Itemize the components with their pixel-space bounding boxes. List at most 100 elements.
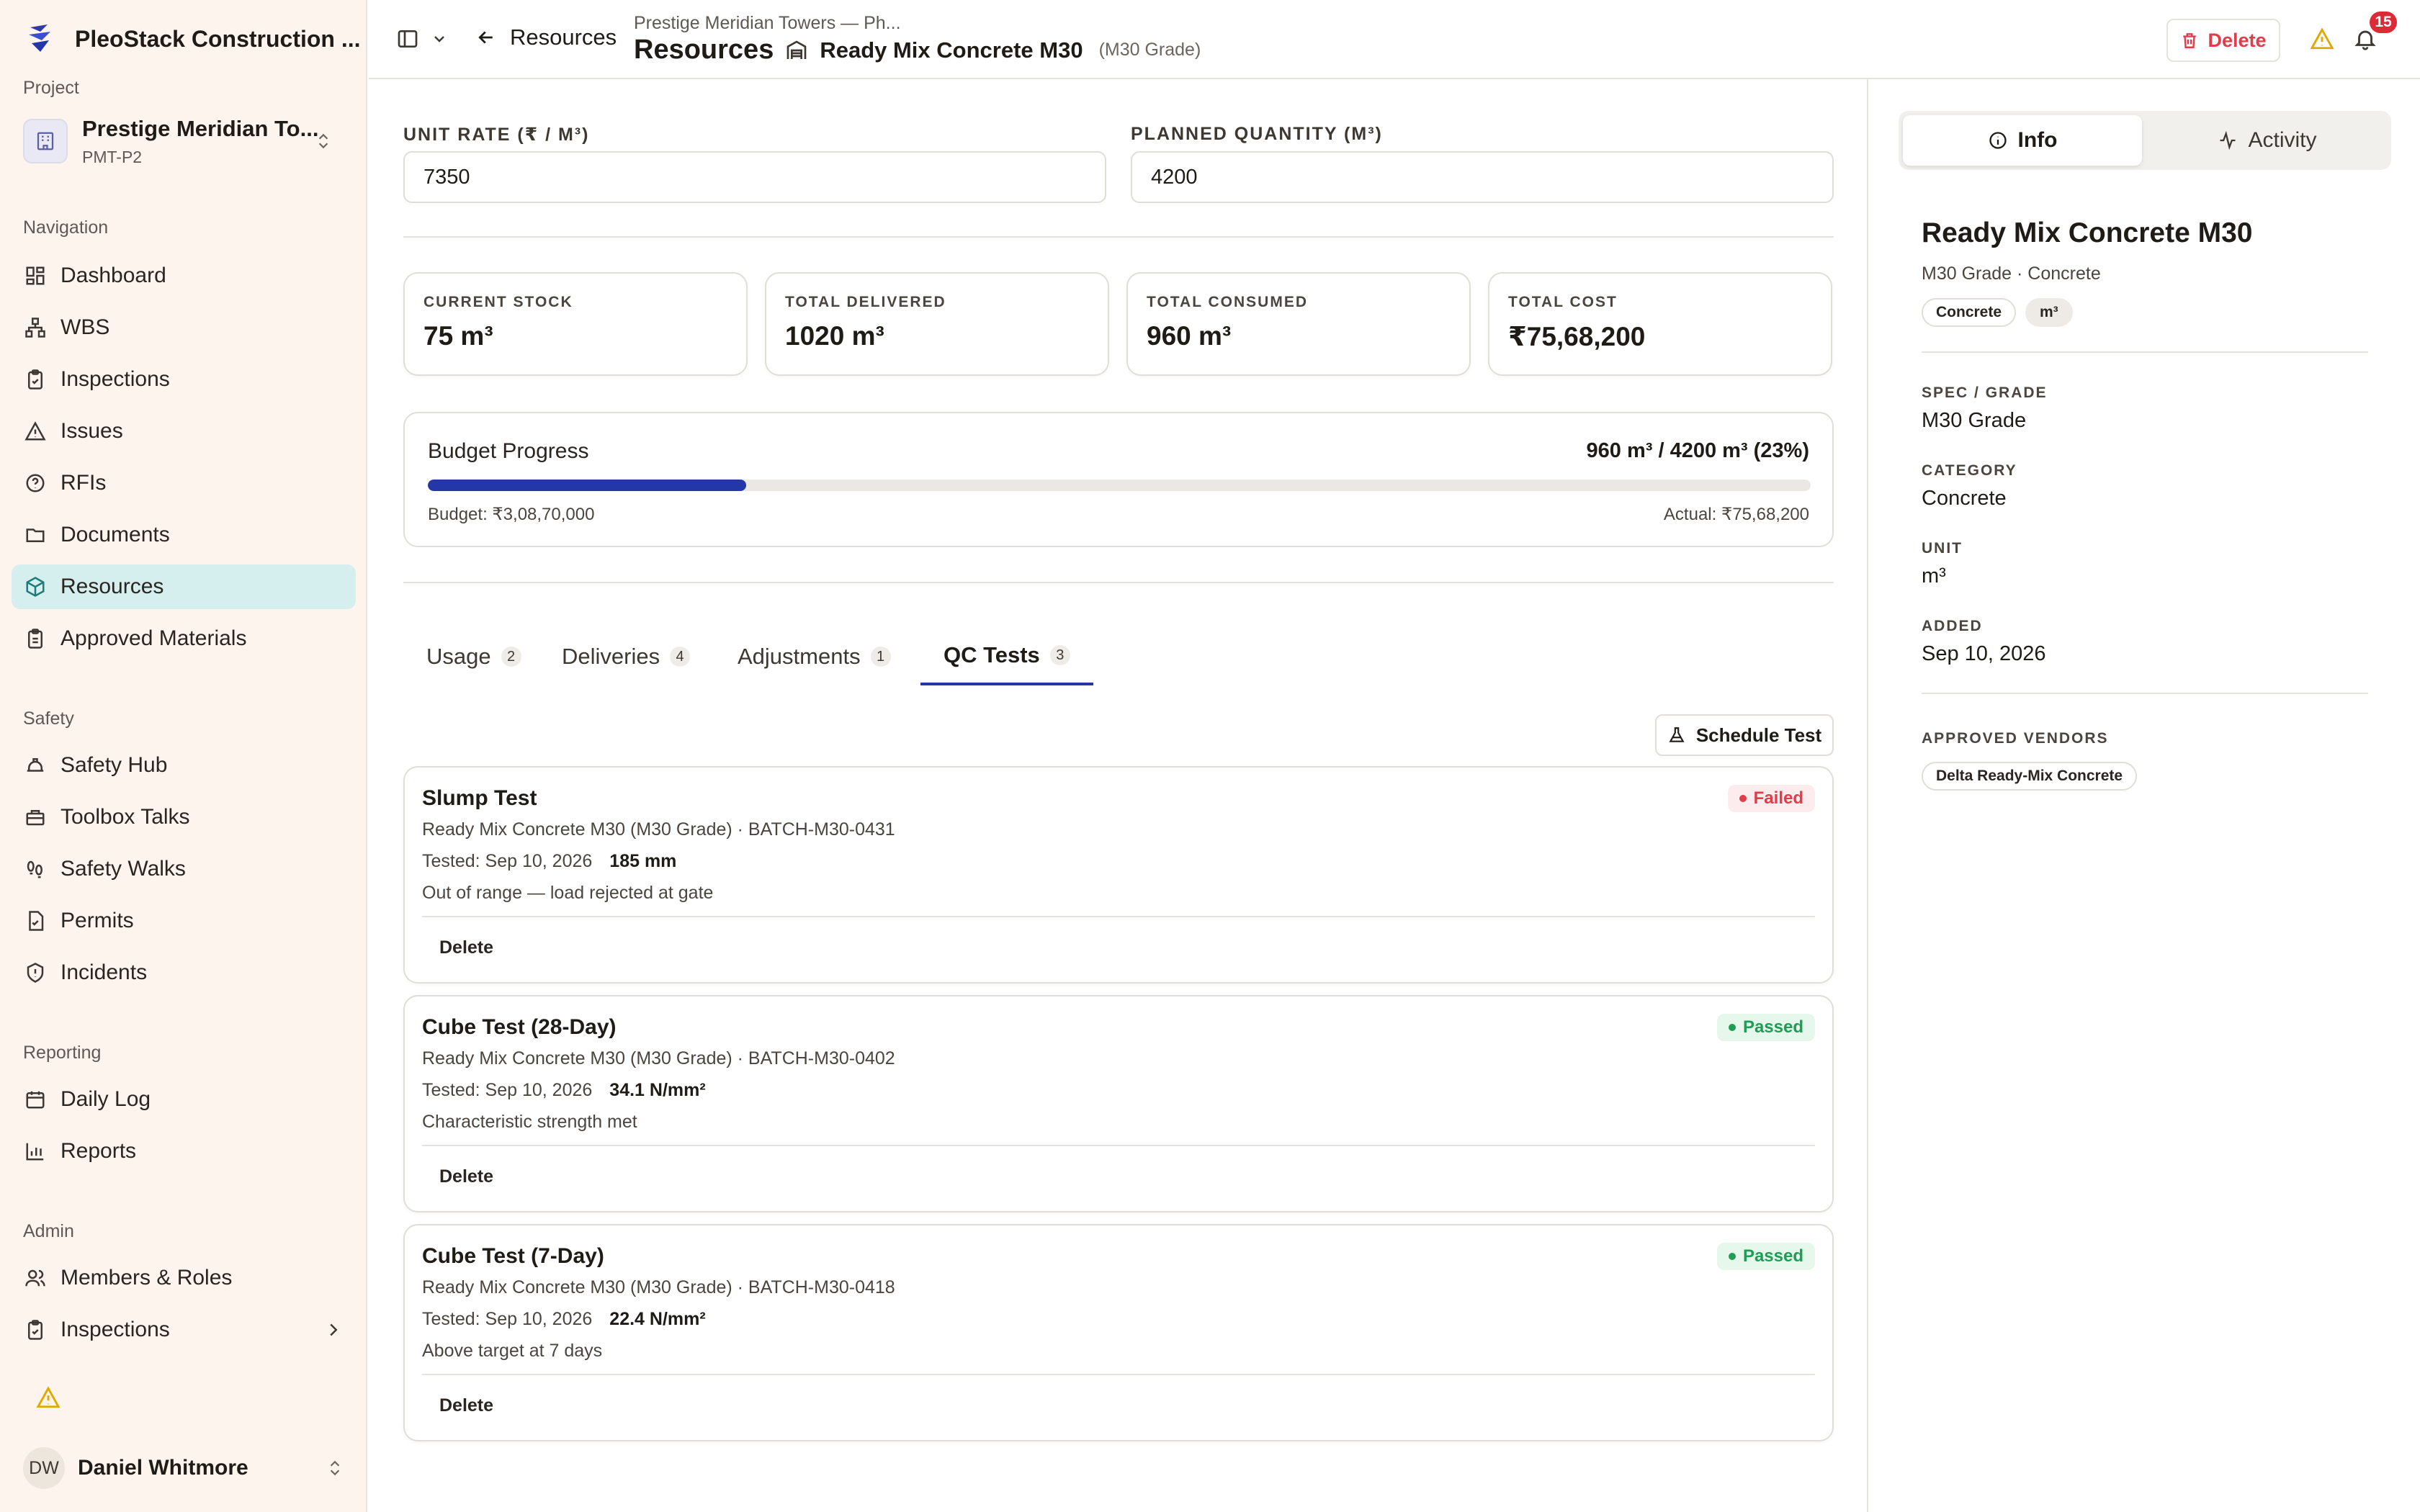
qc-test-card: Cube Test (28-Day) Passed Ready Mix Conc… [403,995,1834,1212]
stat-value: ₹75,68,200 [1508,322,1646,351]
delete-button[interactable]: Delete [2166,19,2280,62]
chevron-updown-icon [318,133,328,149]
sidebar-item-rfis[interactable]: RFIs [12,461,356,505]
sidebar-item-documents[interactable]: Documents [12,513,356,557]
sidebar-item-label: WBS [60,315,110,339]
project-label: Project [23,78,79,98]
sidebar-item-daily-log[interactable]: Daily Log [12,1077,356,1122]
clipboard-icon [23,626,48,651]
sidebar-item-label: Documents [60,523,170,546]
project-name: Prestige Meridian To... [82,115,319,141]
brand[interactable]: PleoStack Construction ... [23,22,361,56]
top-header: Resources Prestige Meridian Towers — Ph.… [369,0,2420,79]
tab-deliveries[interactable]: Deliveries 4 [539,628,713,685]
safety-section-label: Safety [23,708,74,729]
qc-delete-button[interactable]: Delete [439,1166,493,1187]
sidebar-item-label: Approved Materials [60,626,247,650]
status-dot [1728,1024,1736,1031]
sidebar-item-admin-inspections[interactable]: Inspections [12,1308,356,1352]
budget-ratio: 960 m³ / 4200 m³ (23%) [1586,439,1809,462]
sidebar-item-label: Resources [60,575,164,598]
added-value: Sep 10, 2026 [1922,642,2046,665]
panel-title: Ready Mix Concrete M30 [1922,217,2253,248]
unit-rate-label: UNIT RATE (₹ / M³) [403,125,590,145]
sidebar-item-permits[interactable]: Permits [12,899,356,943]
sidebar-item-resources[interactable]: Resources [12,564,356,609]
planned-quantity-input[interactable]: 4200 [1131,151,1834,203]
project-switcher[interactable]: Prestige Meridian To... PMT-P2 [23,114,344,168]
schedule-test-button[interactable]: Schedule Test [1655,714,1834,756]
hard-hat-icon [23,753,48,778]
dashboard-icon [23,264,48,288]
schedule-test-label: Schedule Test [1695,724,1822,746]
sidebar-item-members-roles[interactable]: Members & Roles [12,1256,356,1300]
folder-icon [23,523,48,547]
sidebar-item-label: Dashboard [60,264,166,287]
category-label: CATEGORY [1922,462,2017,479]
status-badge: Failed [1727,785,1815,812]
page-title: Resources [634,35,774,65]
added-label: ADDED [1922,618,1983,634]
tab-count-badge: 1 [870,647,891,667]
unit-rate-input[interactable]: 7350 [403,151,1106,203]
clipboard-check-icon [23,1318,48,1342]
admin-section-label: Admin [23,1221,74,1241]
category-value: Concrete [1922,487,2007,510]
category-chip: Concrete [1922,298,2017,327]
tab-label: Usage [426,644,491,669]
tab-qc-tests[interactable]: QC Tests 3 [920,628,1093,685]
tab-label: QC Tests [944,642,1040,667]
qc-test-meta: Tested: Sep 10, 2026 22.4 N/mm² [422,1309,706,1330]
chevron-down-icon [434,36,444,42]
panel-left-icon [398,30,418,48]
file-check-icon [23,909,48,933]
planned-quantity-label: PLANNED QUANTITY (M³) [1131,124,1383,144]
qc-test-result: 185 mm [609,851,677,871]
sidebar-item-incidents[interactable]: Incidents [12,950,356,995]
budget-title: Budget Progress [428,439,589,463]
budget-progress-card: Budget Progress 960 m³ / 4200 m³ (23%) B… [403,412,1834,547]
sidebar-item-reports[interactable]: Reports [12,1129,356,1174]
status-dot [1728,1253,1736,1260]
qc-delete-button[interactable]: Delete [439,1395,493,1416]
sidebar-item-label: Safety Walks [60,857,186,881]
sidebar-item-inspections[interactable]: Inspections [12,357,356,402]
tab-activity[interactable]: Activity [2148,115,2387,166]
unit-chip: m³ [2025,298,2073,327]
qc-test-subtitle: Ready Mix Concrete M30 (M30 Grade) · BAT… [422,819,895,840]
back-to-resources-link[interactable]: Resources [475,24,617,50]
tab-label: Deliveries [562,644,660,669]
nav-section-label: Navigation [23,217,109,238]
sidebar-item-label: Members & Roles [60,1266,233,1290]
user-menu[interactable]: DW Daniel Whitmore [23,1444,344,1492]
qc-delete-button[interactable]: Delete [439,937,493,958]
qc-test-subtitle: Ready Mix Concrete M30 (M30 Grade) · BAT… [422,1048,895,1068]
stat-total-consumed: TOTAL CONSUMED 960 m³ [1126,272,1471,376]
stat-label: TOTAL CONSUMED [1147,294,1309,310]
tab-adjustments[interactable]: Adjustments 1 [714,628,914,685]
alerts-button[interactable] [2308,24,2336,53]
status-text: Failed [1753,788,1803,808]
clipboard-check-icon [23,367,48,392]
sidebar-item-label: Daily Log [60,1087,151,1111]
warehouse-icon [786,40,807,59]
sidebar-item-issues[interactable]: Issues [12,409,356,454]
sidebar-item-safety-hub[interactable]: Safety Hub [12,743,356,788]
sidebar-item-safety-walks[interactable]: Safety Walks [12,847,356,891]
sidebar-item-toolbox-talks[interactable]: Toolbox Talks [12,795,356,840]
resource-detail: UNIT RATE (₹ / M³) 7350 PLANNED QUANTITY… [369,79,1867,1512]
divider [403,236,1834,238]
tab-usage[interactable]: Usage 2 [403,628,544,685]
budget-progress-bar [428,480,1811,491]
qc-test-card: Slump Test Failed Ready Mix Concrete M30… [403,766,1834,984]
sidebar-item-dashboard[interactable]: Dashboard [12,253,356,298]
sidebar-menu-dropdown[interactable] [428,27,451,50]
breadcrumb[interactable]: Prestige Meridian Towers — Ph... [634,13,901,34]
sidebar-item-wbs[interactable]: WBS [12,305,356,350]
stat-current-stock: CURRENT STOCK 75 m³ [403,272,748,376]
warning-triangle-icon[interactable] [36,1385,60,1410]
stat-value: 75 m³ [424,321,493,351]
sidebar-toggle-button[interactable] [393,24,422,53]
sidebar-item-approved-materials[interactable]: Approved Materials [12,616,356,661]
tab-info[interactable]: Info [1903,115,2142,166]
